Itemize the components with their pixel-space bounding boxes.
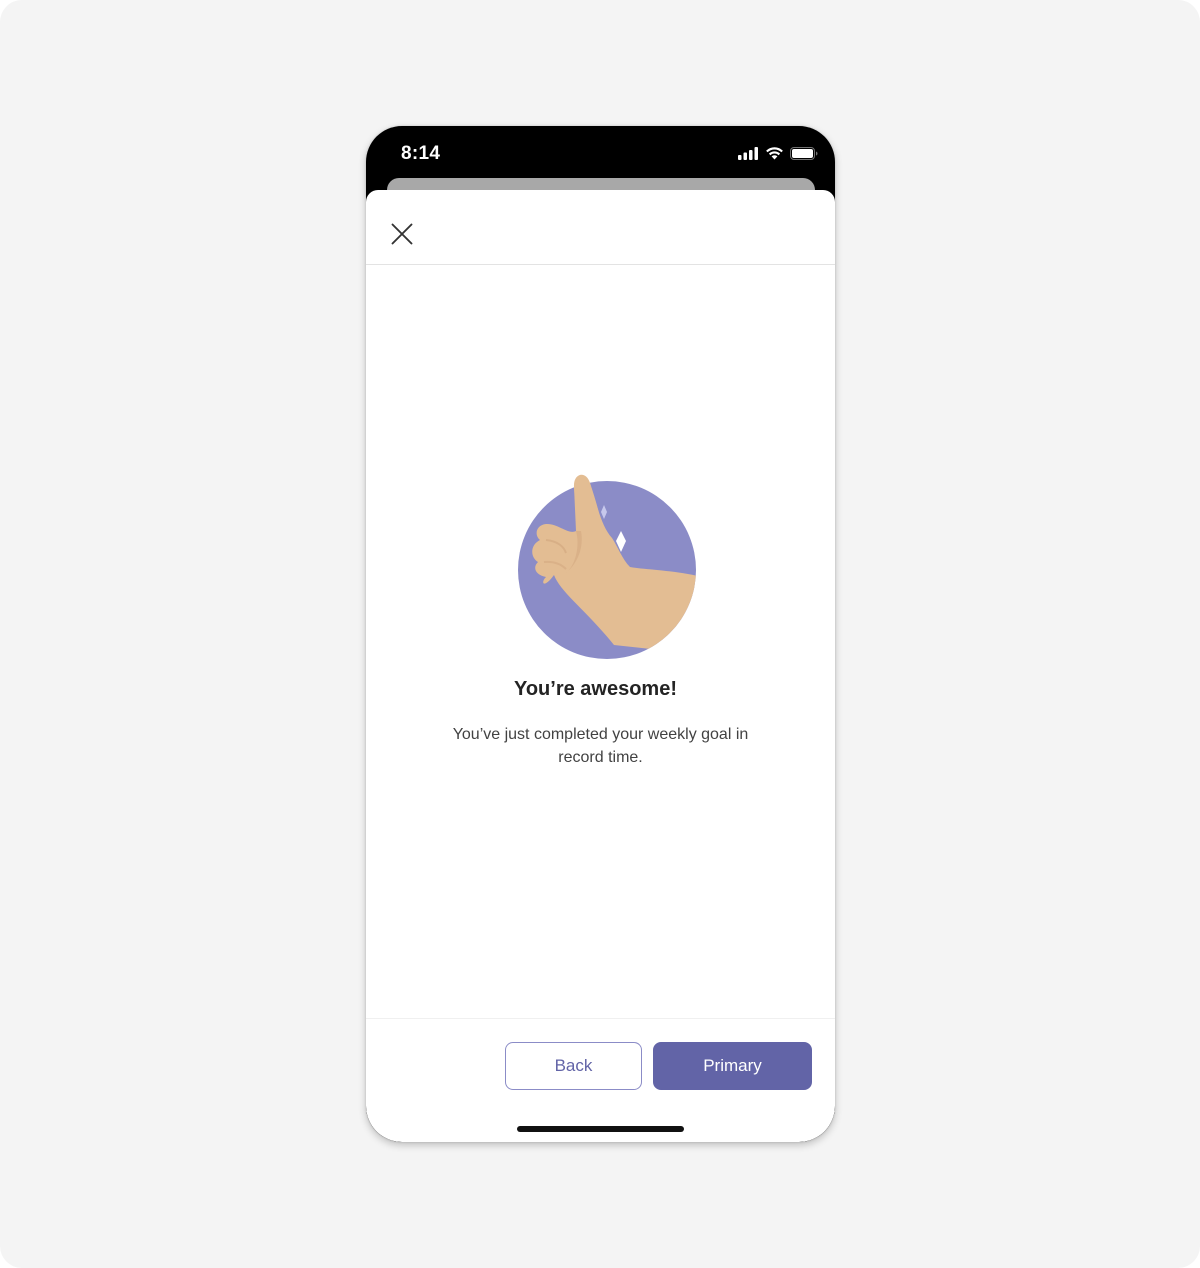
back-button[interactable]: Back [505,1042,642,1090]
cellular-signal-icon [738,146,758,160]
dialog-message: You’ve just completed your weekly goal i… [452,726,749,766]
close-button[interactable] [386,218,418,250]
dialog-sheet: You’re awesome! You’ve just completed yo… [366,190,835,1142]
home-indicator [517,1126,684,1132]
primary-button[interactable]: Primary [653,1042,812,1090]
status-icons [738,146,818,160]
status-time: 8:14 [401,143,441,164]
battery-icon [790,146,818,160]
phone-frame: 8:14 You’re awesome! You’ve just complet… [366,126,835,1142]
dialog-title: You’re awesome! [513,678,678,700]
dialog-footer: Back Primary [366,1018,835,1142]
close-icon [391,223,413,245]
thumbs-up-illustration [518,474,696,659]
wifi-icon [766,147,783,160]
page-background: 8:14 You’re awesome! You’ve just complet… [0,0,1200,1268]
dialog-header [366,190,835,265]
